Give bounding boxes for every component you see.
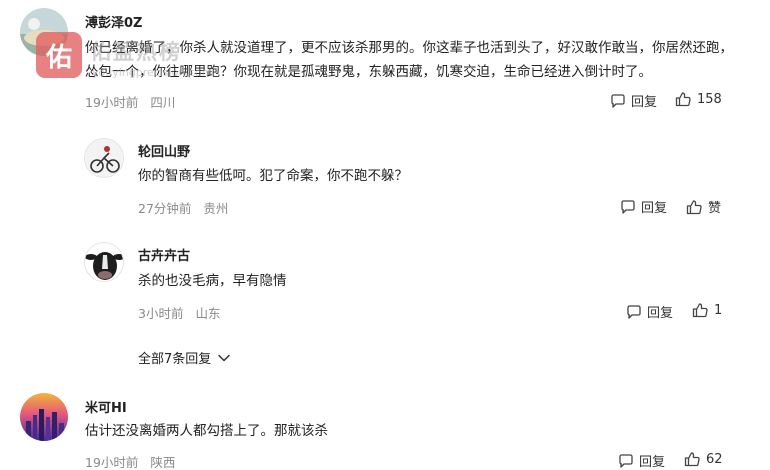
reply-label: 回复 <box>641 201 668 216</box>
chevron-down-icon <box>218 354 231 361</box>
reply-meta: 27分钟前 贵州 <box>138 198 228 217</box>
reply-text: 杀的也没毛病，早有隐情 <box>138 273 287 289</box>
like-button[interactable]: 158 <box>675 91 722 107</box>
comment-meta: 19小时前 四川 <box>85 92 175 111</box>
like-button[interactable]: 1 <box>692 302 722 318</box>
thumbs-up-icon <box>686 199 702 214</box>
avatar[interactable] <box>20 393 68 441</box>
expand-replies-button[interactable]: 全部7条回复 <box>138 348 231 367</box>
comment-author[interactable]: 米可HI <box>85 397 127 416</box>
thumbs-up-icon <box>692 303 708 318</box>
thumbs-up-icon <box>675 92 691 107</box>
reply-label: 回复 <box>631 95 658 110</box>
reply-button[interactable]: 回复 <box>618 451 665 470</box>
reply-author[interactable]: 轮回山野 <box>138 141 190 160</box>
comment-bubble-icon <box>611 93 625 108</box>
reply-button[interactable]: 回复 <box>610 91 657 110</box>
like-count: 1 <box>714 302 723 318</box>
expand-replies-label: 全部7条回复 <box>138 352 212 367</box>
like-button[interactable]: 赞 <box>686 197 721 216</box>
reply-label: 回复 <box>647 306 674 321</box>
reply-location: 山东 <box>195 306 221 321</box>
reply-button[interactable]: 回复 <box>620 197 667 216</box>
reply-button[interactable]: 回复 <box>626 302 673 321</box>
like-count: 158 <box>697 91 722 107</box>
avatar[interactable] <box>84 138 124 178</box>
reply-label: 回复 <box>639 455 666 470</box>
reply-location: 贵州 <box>203 201 229 216</box>
comment-author[interactable]: 溥彭泽0Z <box>85 12 142 31</box>
comment-meta: 19小时前 陕西 <box>85 452 175 470</box>
reply-meta: 3小时前 山东 <box>138 303 220 322</box>
thumbs-up-icon <box>684 452 700 467</box>
avatar[interactable] <box>84 242 124 282</box>
avatar[interactable] <box>20 8 68 56</box>
comment-bubble-icon <box>621 199 635 214</box>
like-button[interactable]: 62 <box>684 451 723 467</box>
comment-location: 陕西 <box>150 455 176 470</box>
reply-author[interactable]: 古卉卉古 <box>138 245 190 264</box>
comment-bubble-icon <box>619 453 633 468</box>
like-count: 62 <box>706 451 723 467</box>
comment-time: 19小时前 <box>85 95 139 110</box>
comment-time: 19小时前 <box>85 455 139 470</box>
comment-text: 你已经离婚了，你杀人就没道理了，更不应该杀那男的。你这辈子也活到头了，好汉敢作敢… <box>85 40 733 80</box>
reply-text: 你的智商有些低呵。犯了命案，你不跑不躲？ <box>138 168 408 184</box>
comment-bubble-icon <box>627 304 641 319</box>
reply-time: 27分钟前 <box>138 201 192 216</box>
comment-location: 四川 <box>150 95 176 110</box>
comment-text: 估计还没离婚两人都勾搭上了。那就该杀 <box>85 423 328 439</box>
like-label: 赞 <box>708 201 722 216</box>
reply-time: 3小时前 <box>138 306 184 321</box>
